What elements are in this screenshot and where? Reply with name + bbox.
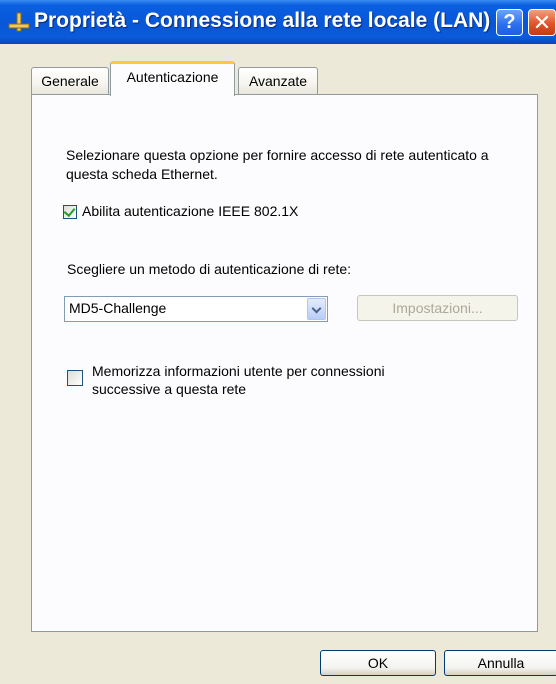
tab-generale[interactable]: Generale (31, 67, 109, 94)
ok-button[interactable]: OK (320, 650, 436, 676)
title-bar[interactable]: Proprietà - Connessione alla rete locale… (0, 0, 556, 44)
window-title: Proprietà - Connessione alla rete locale… (34, 9, 491, 32)
checkmark-icon (63, 204, 76, 218)
auth-method-label: Scegliere un metodo di autenticazione di… (67, 261, 352, 277)
tab-strip: Generale Autenticazione Avanzate (0, 44, 556, 100)
cancel-button[interactable]: Annulla (444, 650, 556, 676)
settings-button: Impostazioni... (357, 295, 518, 321)
properties-dialog: Proprietà - Connessione alla rete locale… (0, 0, 556, 684)
enable-8021x-checkbox[interactable] (63, 204, 77, 219)
close-button[interactable]: ✕ (528, 9, 556, 36)
network-connection-icon (8, 11, 30, 33)
auth-method-select[interactable]: MD5-Challenge (64, 296, 328, 322)
help-button[interactable]: ? (496, 9, 523, 36)
auth-method-value: MD5-Challenge (69, 300, 167, 316)
tab-autenticazione[interactable]: Autenticazione (110, 61, 235, 96)
remember-user-info-label[interactable]: Memorizza informazioni utente per connes… (92, 362, 452, 398)
tab-avanzate[interactable]: Avanzate (238, 67, 318, 94)
auth-description: Selezionare questa opzione per fornire a… (66, 147, 489, 182)
chevron-down-icon[interactable] (307, 298, 326, 320)
remember-user-info-checkbox[interactable] (67, 370, 83, 386)
enable-8021x-label[interactable]: Abilita autenticazione IEEE 802.1X (82, 203, 298, 219)
